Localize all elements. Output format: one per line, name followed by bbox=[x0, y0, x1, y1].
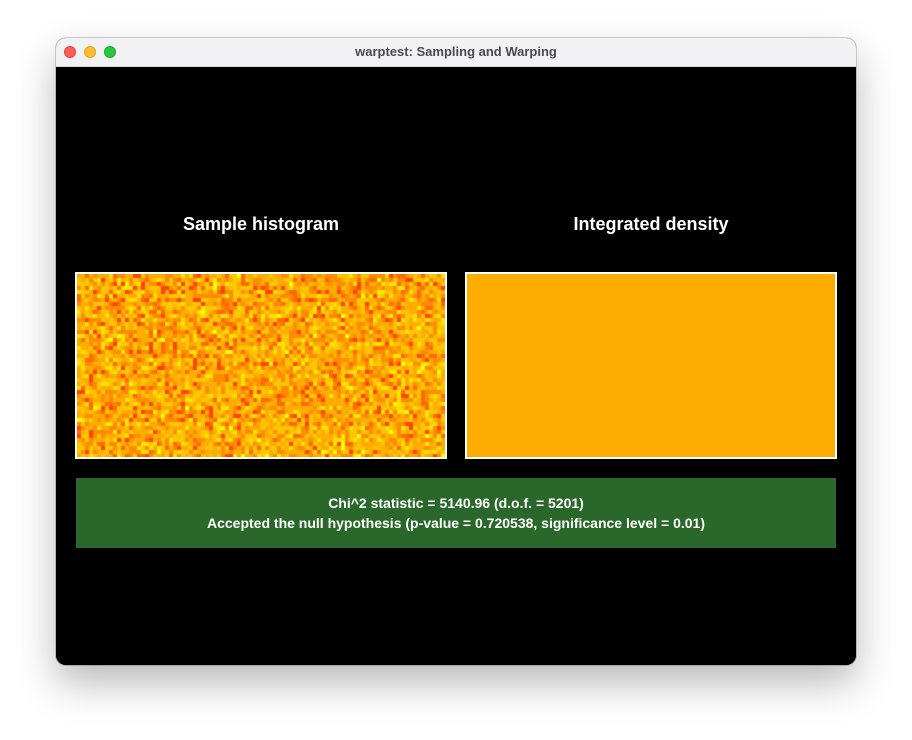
title-bar[interactable]: warptest: Sampling and Warping bbox=[56, 38, 856, 67]
integrated-density-panel bbox=[465, 272, 837, 459]
integrated-density-title: Integrated density bbox=[573, 214, 729, 234]
sample-histogram-panel bbox=[75, 272, 447, 459]
main-canvas[interactable]: Sample histogram Integrated density Chi^… bbox=[56, 67, 856, 665]
hypothesis-result: Accepted the null hypothesis (p-value = … bbox=[207, 515, 705, 531]
integrated-density-image bbox=[467, 274, 835, 457]
window-title: warptest: Sampling and Warping bbox=[355, 44, 557, 59]
chi-square-statistic: Chi^2 statistic = 5140.96 (d.o.f. = 5201… bbox=[328, 495, 584, 511]
sample-histogram-title: Sample histogram bbox=[182, 214, 340, 234]
sample-histogram-image bbox=[77, 274, 445, 457]
app-window: warptest: Sampling and Warping Sample hi… bbox=[56, 38, 856, 665]
test-result-box: Chi^2 statistic = 5140.96 (d.o.f. = 5201… bbox=[76, 478, 836, 548]
